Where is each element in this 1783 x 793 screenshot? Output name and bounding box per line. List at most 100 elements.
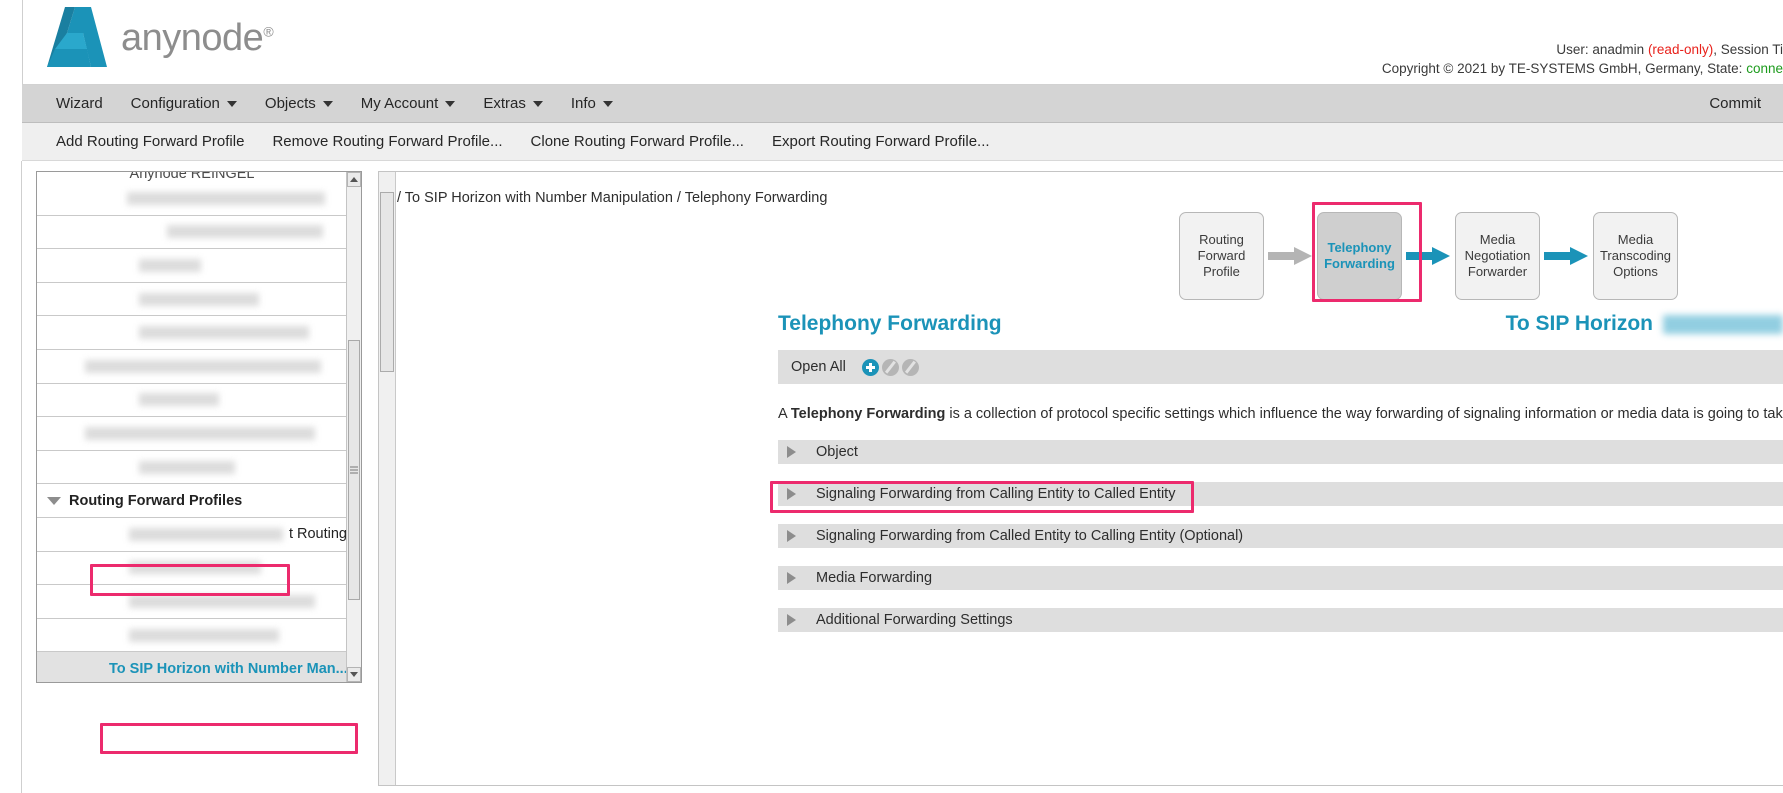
scroll-down-button[interactable]: [347, 667, 361, 682]
tree-row[interactable]: [37, 451, 347, 485]
readonly-badge: (read-only): [1647, 42, 1714, 57]
tree-group-label: Routing Forward Profiles: [69, 492, 243, 509]
sidebar-scrollbar[interactable]: [346, 172, 361, 682]
breadcrumb: / To SIP Horizon with Number Manipulatio…: [397, 190, 828, 206]
logo[interactable]: anynode®: [45, 5, 274, 71]
triangle-right-icon[interactable]: [787, 572, 796, 584]
content-scrollbar[interactable]: [379, 172, 396, 785]
chevron-down-icon: [322, 100, 333, 107]
page-title: Telephony Forwarding: [778, 312, 1002, 335]
object-tree: Anynode REINGEL Routing Forward Profiles…: [36, 171, 362, 683]
scrollbar-thumb[interactable]: [348, 340, 360, 600]
description-prefix: A: [778, 406, 791, 422]
triangle-right-icon[interactable]: [787, 614, 796, 626]
section-signaling-forwarding-called-to-calling[interactable]: Signaling Forwarding from Called Entity …: [778, 524, 1783, 548]
triangle-down-icon[interactable]: [47, 496, 61, 505]
profile-title-text: To SIP Horizon: [1505, 312, 1653, 335]
section-signaling-forwarding-calling-to-called[interactable]: Signaling Forwarding from Calling Entity…: [778, 482, 1783, 506]
tree-row[interactable]: [37, 585, 347, 619]
redacted-label: [139, 292, 259, 306]
session-time-text: , Session Ti: [1713, 42, 1783, 57]
registered-mark: ®: [263, 22, 274, 39]
tree-row-partial-label: t Routing: [288, 526, 347, 543]
scroll-up-button[interactable]: [347, 172, 361, 187]
redacted-label: [129, 628, 279, 642]
menu-item-configuration[interactable]: Configuration: [117, 85, 251, 122]
tree-item-label: To SIP Horizon with Number Man...: [109, 660, 347, 677]
triangle-up-icon: [350, 177, 358, 182]
section-label: Object: [816, 444, 858, 460]
flow-arrow-gray: [1264, 246, 1317, 266]
add-routing-forward-profile-button[interactable]: Add Routing Forward Profile: [42, 123, 258, 161]
tree-row[interactable]: [37, 249, 347, 283]
description-text: A Telephony Forwarding is a collection o…: [778, 404, 1783, 424]
triangle-down-icon: [350, 672, 358, 677]
tree-row[interactable]: [37, 316, 347, 350]
redacted-label: [139, 460, 235, 474]
section-additional-forwarding-settings[interactable]: Additional Forwarding Settings: [778, 608, 1783, 632]
section-label: Signaling Forwarding from Called Entity …: [816, 528, 1244, 544]
profile-title: To SIP Horizon: [1506, 312, 1783, 336]
flow-arrow-teal-2: [1540, 246, 1593, 266]
description-suffix: is a collection of protocol specific set…: [945, 406, 1783, 422]
redacted-label: [85, 426, 315, 440]
main-panel: / To SIP Horizon with Number Manipulatio…: [370, 161, 1783, 793]
menu-item-objects[interactable]: Objects: [251, 85, 347, 122]
flow-node-media-negotiation-forwarder[interactable]: Media Negotiation Forwarder: [1455, 212, 1540, 300]
triangle-right-icon[interactable]: [787, 530, 796, 542]
clone-routing-forward-profile-button[interactable]: Clone Routing Forward Profile...: [517, 123, 758, 161]
tree-row[interactable]: [37, 619, 347, 653]
redacted-label: [167, 225, 323, 239]
remove-routing-forward-profile-button[interactable]: Remove Routing Forward Profile...: [258, 123, 516, 161]
flow-node-telephony-forwarding[interactable]: Telephony Forwarding: [1317, 212, 1402, 300]
tree-row[interactable]: [37, 283, 347, 317]
disabled-circle-icon: [881, 358, 899, 376]
grip-icon: [350, 466, 358, 474]
add-circle-icon[interactable]: [861, 358, 879, 376]
flow-node-routing-forward-profile[interactable]: Routing Forward Profile: [1179, 212, 1264, 300]
tree-row[interactable]: t Routing: [37, 518, 347, 552]
section-object[interactable]: Object: [778, 440, 1783, 464]
tree-row[interactable]: [37, 384, 347, 418]
menu-item-my-account[interactable]: My Account: [347, 85, 470, 122]
tree-group-routing-forward-profiles[interactable]: Routing Forward Profiles: [37, 484, 347, 518]
tree-row[interactable]: [37, 182, 347, 216]
toolbar-icon-group: [861, 358, 919, 376]
scrollbar-thumb[interactable]: [380, 192, 394, 372]
session-user-line: User: anadmin (read-only), Session Ti: [1223, 40, 1783, 59]
section-label: Additional Forwarding Settings: [816, 612, 1013, 628]
menu-item-extras[interactable]: Extras: [469, 85, 557, 122]
redacted-label: [129, 594, 315, 608]
section-media-forwarding[interactable]: Media Forwarding: [778, 566, 1783, 590]
menu-label: Info: [570, 94, 596, 112]
open-all-toolbar: Open All: [778, 350, 1783, 384]
triangle-right-icon[interactable]: [787, 446, 796, 458]
chevron-down-icon: [226, 100, 237, 107]
commit-button[interactable]: Commit: [1709, 95, 1783, 112]
tree-row[interactable]: [37, 552, 347, 586]
flow-node-label: Media Negotiation Forwarder: [1464, 232, 1531, 279]
anynode-app-window: anynode® User: anadmin (read-only), Sess…: [0, 0, 1783, 793]
redacted-label: [129, 561, 261, 575]
menu-label: Wizard: [56, 94, 103, 112]
tree-row[interactable]: [37, 350, 347, 384]
content-card: / To SIP Horizon with Number Manipulatio…: [378, 171, 1783, 786]
tree-row[interactable]: [37, 417, 347, 451]
menu-label: My Account: [360, 94, 439, 112]
teal-arrow-icon: [1405, 247, 1450, 265]
sidebar: Anynode REINGEL Routing Forward Profiles…: [22, 161, 370, 793]
export-routing-forward-profile-button[interactable]: Export Routing Forward Profile...: [758, 123, 1004, 161]
open-all-label[interactable]: Open All: [791, 359, 846, 375]
flow-node-media-transcoding-options[interactable]: Media Transcoding Options: [1593, 212, 1678, 300]
user-text: User: anadmin: [1556, 42, 1648, 57]
triangle-right-icon[interactable]: [787, 488, 796, 500]
tree-row[interactable]: [37, 216, 347, 250]
anynode-a-logo-icon: [47, 7, 107, 67]
tree-item-to-sip-horizon[interactable]: To SIP Horizon with Number Man...: [37, 652, 347, 682]
description-bold: Telephony Forwarding: [790, 406, 946, 422]
logo-wordmark: anynode®: [121, 16, 274, 59]
menu-item-wizard[interactable]: Wizard: [42, 85, 117, 122]
left-gutter: [0, 161, 22, 793]
workflow-diagram: Routing Forward Profile Telephony Forwar…: [1179, 212, 1678, 300]
menu-item-info[interactable]: Info: [557, 85, 627, 122]
